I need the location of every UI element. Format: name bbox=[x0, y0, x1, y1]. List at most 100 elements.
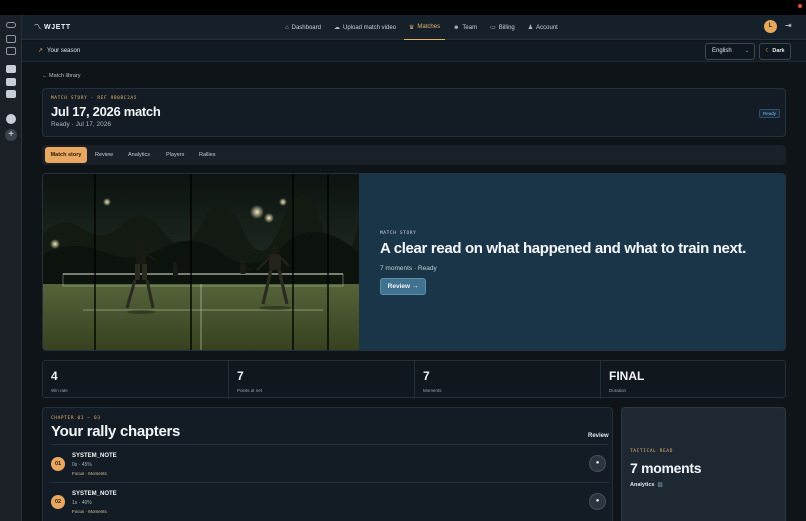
chart-icon[interactable] bbox=[6, 78, 16, 86]
tab-players[interactable]: Players bbox=[166, 147, 184, 163]
brand[interactable]: 〽 WJETT bbox=[34, 22, 71, 32]
season-label: Your season bbox=[47, 48, 81, 54]
language-select[interactable]: English ⌄ bbox=[705, 43, 755, 60]
chapter-tags: Focus · Moments bbox=[72, 471, 107, 476]
tactical-read-card: TACTICAL READ 7 moments Analytics ▥ bbox=[621, 407, 786, 521]
list-icon[interactable] bbox=[6, 90, 16, 98]
rally-chapters-card: CHAPTER 01 — 03 Your rally chapters Revi… bbox=[42, 407, 613, 521]
stat-duration: FINAL Duration bbox=[601, 361, 787, 399]
side-rail: + bbox=[0, 15, 22, 521]
chapters-title: Your rally chapters bbox=[51, 423, 181, 440]
play-icon[interactable]: ● bbox=[589, 493, 606, 510]
gallery-icon[interactable] bbox=[6, 47, 16, 55]
chapter-name: SYSTEM_NOTE bbox=[72, 491, 117, 497]
header-eyebrow: MATCH STORY · REF 9B0BC2A5 bbox=[51, 96, 138, 101]
grid-icon[interactable] bbox=[6, 35, 16, 43]
match-header-card: MATCH STORY · REF 9B0BC2A5 Jul 17, 2026 … bbox=[42, 88, 786, 137]
chapters-eyebrow: CHAPTER 01 — 03 bbox=[51, 416, 101, 421]
nav-billing[interactable]: ▭ Billing bbox=[485, 15, 520, 40]
tab-analytics[interactable]: Analytics bbox=[128, 147, 150, 163]
review-button-label: Review bbox=[387, 283, 411, 290]
stat-label: Duration bbox=[609, 388, 627, 393]
season-bar: ↗ Your season English ⌄ ☾ Dark bbox=[22, 41, 806, 62]
back-link-label: Match library bbox=[49, 73, 81, 79]
nav-label: Upload match video bbox=[342, 24, 397, 31]
analytics-link[interactable]: Analytics ▥ bbox=[630, 482, 663, 488]
stat-value: 4 bbox=[51, 369, 58, 383]
stat-label: Win rate bbox=[51, 388, 68, 393]
back-link[interactable]: ← Match library bbox=[42, 73, 81, 79]
nav-team[interactable]: ☻ Team bbox=[448, 15, 482, 40]
stat-label: Moments bbox=[423, 388, 442, 393]
document-icon[interactable] bbox=[6, 65, 16, 73]
chapter-stats: 0s · 45% bbox=[72, 462, 92, 468]
add-icon[interactable]: + bbox=[5, 129, 17, 141]
review-button[interactable]: Review → bbox=[380, 278, 426, 295]
tab-match-story[interactable]: Match story bbox=[45, 147, 87, 163]
avatar[interactable]: L bbox=[764, 20, 777, 33]
match-photo bbox=[43, 174, 359, 350]
matches-icon: ♛ bbox=[409, 24, 415, 31]
language-value: English bbox=[712, 48, 732, 54]
theme-toggle-button[interactable]: ☾ Dark bbox=[759, 43, 791, 60]
nav-upload[interactable]: ☁ Upload match video bbox=[329, 15, 401, 40]
home-icon: ⌂ bbox=[285, 24, 289, 31]
stat-value: 7 bbox=[237, 369, 244, 383]
tab-review[interactable]: Review bbox=[95, 147, 113, 163]
match-hero: MATCH STORY A clear read on what happene… bbox=[42, 173, 786, 351]
brand-logo-icon: 〽 bbox=[34, 24, 41, 31]
chapter-stats: 1s · 40% bbox=[72, 500, 92, 506]
stat-value: FINAL bbox=[609, 369, 645, 383]
page-title: Jul 17, 2026 match bbox=[51, 104, 161, 119]
nav-links: ⌂ Dashboard ☁ Upload match video ♛ Matches … bbox=[280, 15, 566, 40]
hero-story-panel: MATCH STORY A clear read on what happene… bbox=[359, 174, 785, 350]
nav-label: Dashboard bbox=[291, 24, 321, 31]
card-icon: ▭ bbox=[490, 25, 496, 31]
nav-label: Team bbox=[462, 24, 478, 31]
list-item[interactable]: 02 SYSTEM_NOTE 1s · 40% Focus · Moments … bbox=[51, 482, 609, 520]
moon-icon: ☾ bbox=[765, 48, 771, 54]
collapse-icon[interactable] bbox=[6, 22, 16, 28]
logout-icon[interactable]: ⇥ bbox=[785, 21, 792, 30]
bar-chart-icon: ▥ bbox=[657, 482, 663, 488]
nav-label: Account bbox=[536, 24, 558, 31]
tab-rallies[interactable]: Rallies bbox=[199, 147, 216, 163]
analytics-link-label: Analytics bbox=[630, 482, 655, 488]
arrow-left-icon: ← bbox=[42, 73, 48, 79]
nav-matches[interactable]: ♛ Matches bbox=[404, 15, 446, 40]
tactical-eyebrow: TACTICAL READ bbox=[630, 449, 674, 454]
hero-meta: 7 moments · Ready bbox=[380, 265, 437, 272]
nav-label: Billing bbox=[498, 24, 515, 31]
chapter-tags: Focus · Moments bbox=[72, 509, 107, 514]
header-subtitle: Ready · Jul 17, 2026 bbox=[51, 121, 111, 128]
tactical-title: 7 moments bbox=[630, 460, 702, 476]
hero-headline: A clear read on what happened and what t… bbox=[380, 240, 746, 257]
stat-label: Points at net bbox=[237, 388, 263, 393]
nav-account[interactable]: ♟ Account bbox=[523, 15, 563, 40]
os-top-bar bbox=[0, 0, 806, 15]
stat-value: 7 bbox=[423, 369, 430, 383]
stat-win-rate: 4 Win rate bbox=[43, 361, 229, 399]
stat-moments: 7 Moments bbox=[415, 361, 601, 399]
list-item[interactable]: 01 SYSTEM_NOTE 0s · 45% Focus · Moments … bbox=[51, 444, 609, 482]
cloud-upload-icon: ☁ bbox=[333, 25, 340, 31]
nav-label: Matches bbox=[417, 24, 441, 30]
stats-strip: 4 Win rate 7 Points at net 7 Moments FIN… bbox=[42, 360, 787, 399]
arrow-right-icon: → bbox=[411, 283, 419, 290]
theme-label: Dark bbox=[772, 48, 785, 54]
stat-points-at-net: 7 Points at net bbox=[229, 361, 415, 399]
chapter-number: 01 bbox=[51, 457, 65, 471]
play-icon[interactable]: ● bbox=[589, 455, 606, 472]
chapter-number: 02 bbox=[51, 495, 65, 509]
user-icon: ♟ bbox=[527, 25, 534, 31]
match-tabs: Match story Review Analytics Players Ral… bbox=[42, 145, 786, 165]
season-link[interactable]: ↗ Your season bbox=[38, 47, 80, 54]
github-icon[interactable] bbox=[6, 114, 16, 124]
nav-dashboard[interactable]: ⌂ Dashboard bbox=[280, 15, 326, 40]
chapters-review-link[interactable]: Review bbox=[588, 433, 609, 439]
team-icon: ☻ bbox=[453, 24, 460, 31]
top-nav: 〽 WJETT ⌂ Dashboard ☁ Upload match video ♛ M… bbox=[22, 15, 806, 40]
trend-icon: ↗ bbox=[38, 48, 44, 54]
chapter-name: SYSTEM_NOTE bbox=[72, 453, 117, 459]
status-badge: Ready bbox=[759, 109, 781, 118]
